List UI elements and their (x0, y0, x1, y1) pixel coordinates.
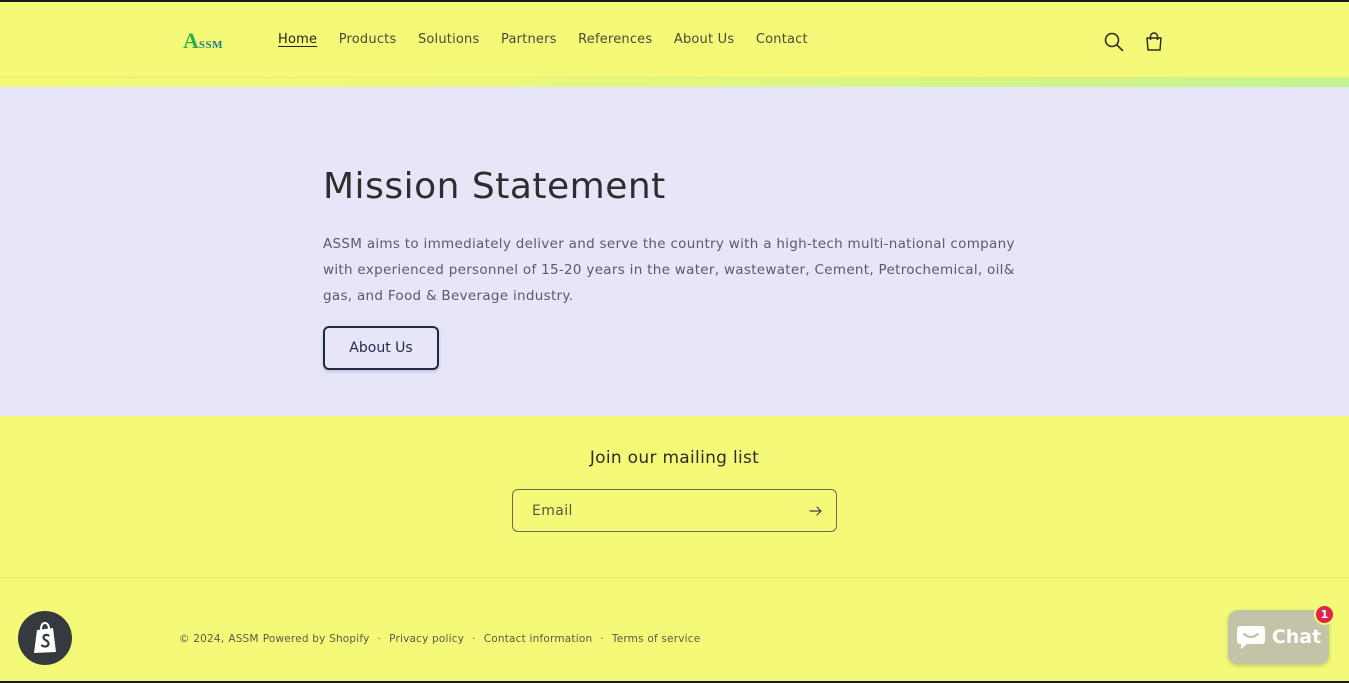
search-icon (1104, 32, 1124, 52)
footer-brand-link[interactable]: ASSM (228, 633, 258, 645)
about-us-button[interactable]: About Us (323, 326, 439, 370)
logo-letters: SSM (198, 39, 224, 51)
mission-section: Mission Statement ASSM aims to immediate… (0, 87, 1349, 416)
arrow-right-icon[interactable] (808, 503, 824, 519)
nav-about-us[interactable]: About Us (674, 32, 734, 47)
chat-notification-badge: 1 (1314, 604, 1335, 625)
chat-label: Chat (1271, 626, 1322, 648)
footer-separator: · (472, 633, 476, 645)
nav-partners[interactable]: Partners (501, 32, 557, 47)
email-field[interactable] (513, 490, 803, 531)
terms-of-service-link[interactable]: Terms of service (612, 633, 701, 645)
footer-divider (0, 577, 1349, 578)
nav-products[interactable]: Products (339, 32, 397, 47)
nav-home[interactable]: Home (278, 32, 317, 47)
logo-letter-a: A (183, 28, 199, 53)
header-gradient-strip (0, 78, 1349, 87)
mission-title: Mission Statement (323, 166, 666, 207)
nav-references[interactable]: References (578, 32, 652, 47)
mission-body: ASSM aims to immediately deliver and ser… (323, 236, 1015, 304)
newsletter-title: Join our mailing list (589, 448, 760, 468)
shopify-badge-button[interactable] (18, 611, 72, 665)
contact-information-link[interactable]: Contact information (484, 633, 593, 645)
site-header: A SSM Home Products Solutions Partners R… (0, 2, 1349, 78)
shopify-bag-icon (34, 621, 56, 653)
copyright-text: © 2024, (179, 633, 225, 645)
site-logo[interactable]: A SSM (183, 28, 223, 52)
cart-button[interactable] (1143, 31, 1165, 53)
main-nav: Home Products Solutions Partners Referen… (278, 32, 829, 47)
cart-icon (1146, 32, 1162, 51)
footer-links: © 2024, ASSM Powered by Shopify · Privac… (179, 633, 700, 645)
powered-by-shopify-link[interactable]: Powered by Shopify (263, 633, 370, 645)
search-button[interactable] (1103, 31, 1125, 53)
privacy-policy-link[interactable]: Privacy policy (389, 633, 464, 645)
email-field-wrapper (512, 489, 837, 532)
nav-solutions[interactable]: Solutions (418, 32, 480, 47)
footer-separator: · (377, 633, 382, 645)
chat-bubble-icon (1236, 626, 1265, 649)
nav-contact[interactable]: Contact (756, 32, 808, 47)
footer-separator: · (600, 633, 604, 645)
